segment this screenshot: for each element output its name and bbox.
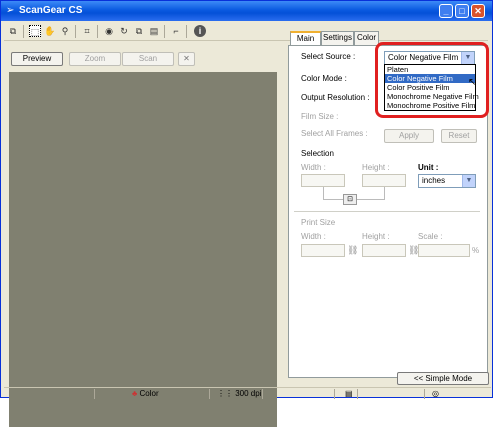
print-size-heading: Print Size <box>301 218 336 227</box>
print-width-field[interactable] <box>301 244 345 257</box>
scanner-app-icon: ➢ <box>6 5 15 16</box>
status-indicator-icon: ◎ <box>432 389 439 398</box>
tab-color[interactable]: Color <box>354 31 379 45</box>
copy2-icon[interactable]: ⧉ <box>133 25 145 37</box>
zoom-icon[interactable]: ⚲ <box>59 25 71 37</box>
red-highlight-box <box>375 42 489 118</box>
output-resolution-label: Output Resolution : <box>301 93 370 102</box>
info-icon[interactable]: i <box>194 25 206 37</box>
preview-button[interactable]: Preview <box>11 52 63 66</box>
file-size-icon: ▤ <box>345 389 353 398</box>
title-bar: ➢ ScanGear CS _ □ ✕ <box>1 1 492 21</box>
tab-main[interactable]: Main <box>290 31 321 46</box>
status-bar: ♣ Color ⋮⋮ 300 dpi ▤ ◎ <box>4 387 491 400</box>
color-mode-status-text: Color <box>139 389 159 398</box>
unit-value: inches <box>422 176 446 185</box>
link-icon: ⛓ <box>347 245 359 255</box>
resolution-status: ⋮⋮ 300 dpi <box>217 388 261 400</box>
selection-heading: Selection <box>301 149 334 158</box>
unit-combo[interactable]: inches ▼ <box>418 174 476 188</box>
unit-label: Unit : <box>418 163 439 172</box>
print-width-label: Width : <box>301 232 326 241</box>
reset-button[interactable]: Reset <box>441 129 477 143</box>
percent-label: % <box>472 246 480 255</box>
close-button[interactable]: ✕ <box>471 4 485 18</box>
marquee-icon[interactable]: ⬚ <box>29 25 41 37</box>
window-title: ScanGear CS <box>19 5 83 16</box>
scangear-window: ➢ ScanGear CS _ □ ✕ ⧉ ⬚ ✋ ⚲ ⌗ ◉ ↻ ⧉ ▤ ⌐ … <box>0 0 493 427</box>
aspect-lock-icon[interactable]: ⊡ <box>343 194 357 205</box>
minimize-button[interactable]: _ <box>439 4 453 18</box>
rotate-icon[interactable]: ↻ <box>118 25 130 37</box>
apply-button[interactable]: Apply <box>384 129 434 143</box>
selection-width-field[interactable] <box>301 174 345 187</box>
zoom-button[interactable]: Zoom <box>69 52 121 66</box>
selection-height-label: Height : <box>362 163 390 172</box>
maximize-button[interactable]: □ <box>455 4 469 18</box>
eye-icon[interactable]: ◉ <box>103 25 115 37</box>
clear-button[interactable]: ✕ <box>178 52 195 66</box>
selection-width-label: Width : <box>301 163 326 172</box>
scan-button[interactable]: Scan <box>122 52 174 66</box>
film-size-label: Film Size : <box>301 112 339 121</box>
print-height-label: Height : <box>362 232 390 241</box>
select-all-frames-label: Select All Frames : <box>301 129 368 138</box>
scale-label: Scale : <box>418 232 443 241</box>
preview-area[interactable] <box>9 72 277 427</box>
divider <box>294 211 480 212</box>
selection-height-field[interactable] <box>362 174 406 187</box>
select-source-label: Select Source : <box>301 52 356 61</box>
preview-pane: Preview Zoom Scan ✕ <box>4 47 278 427</box>
color-mode-label: Color Mode : <box>301 74 347 83</box>
tab-settings[interactable]: Settings <box>321 31 354 45</box>
flip-icon[interactable]: ⌐ <box>170 25 182 37</box>
copy-icon[interactable]: ⧉ <box>7 25 19 37</box>
scale-field[interactable] <box>418 244 470 257</box>
layers-icon[interactable]: ▤ <box>148 25 160 37</box>
resolution-icon: ⋮⋮ <box>217 389 233 398</box>
simple-mode-button[interactable]: << Simple Mode <box>397 372 489 385</box>
crop-icon[interactable]: ⌗ <box>81 25 93 37</box>
color-palette-icon: ♣ <box>132 389 138 398</box>
resolution-status-text: 300 dpi <box>235 389 262 398</box>
hand-icon[interactable]: ✋ <box>44 25 56 37</box>
color-mode-status: ♣ Color <box>132 388 159 400</box>
chevron-down-icon: ▼ <box>462 175 475 187</box>
print-height-field[interactable] <box>362 244 406 257</box>
